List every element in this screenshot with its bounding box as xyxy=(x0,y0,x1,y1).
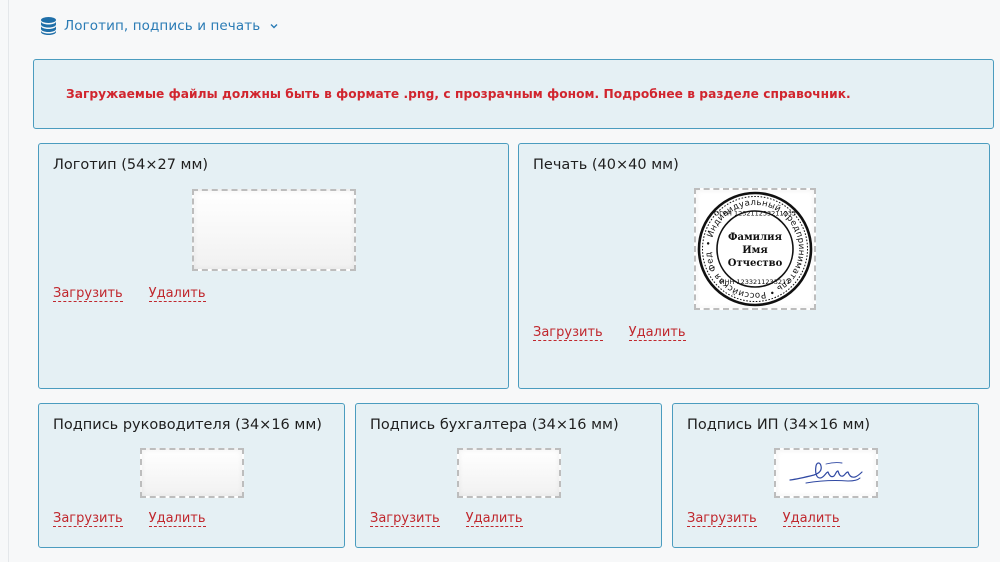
stamp-card: Печать (40×40 мм) • Индивидуальный предп… xyxy=(518,143,990,389)
ip-signature-title: Подпись ИП (34×16 мм) xyxy=(687,417,871,433)
stamp-upload-link[interactable]: Загрузить xyxy=(533,325,603,341)
ip-signature-actions: Загрузить Удалить xyxy=(687,511,840,527)
format-notice: Загружаемые файлы должны быть в формате … xyxy=(33,59,994,129)
accountant-signature-delete-link[interactable]: Удалить xyxy=(465,511,523,527)
head-signature-card: Подпись руководителя (34×16 мм) Загрузит… xyxy=(38,403,345,548)
stamp-surname: Фамилия xyxy=(728,232,783,243)
stamp-actions: Загрузить Удалить xyxy=(533,325,686,341)
accountant-signature-upload-slot[interactable] xyxy=(457,448,561,498)
head-signature-delete-link[interactable]: Удалить xyxy=(148,511,206,527)
head-signature-title: Подпись руководителя (34×16 мм) xyxy=(53,417,322,433)
logo-actions: Загрузить Удалить xyxy=(53,286,206,302)
head-signature-actions: Загрузить Удалить xyxy=(53,511,206,527)
logo-card: Логотип (54×27 мм) Загрузить Удалить xyxy=(38,143,509,389)
head-signature-upload-slot[interactable] xyxy=(140,448,244,498)
stamp-delete-link[interactable]: Удалить xyxy=(628,325,686,341)
stamp-image: • Индивидуальный предприниматель • Росси… xyxy=(696,190,813,307)
stamp-upload-slot[interactable]: • Индивидуальный предприниматель • Росси… xyxy=(694,188,816,310)
stamp-ogrn: ОГРН 123211233211233 xyxy=(714,210,796,218)
stamp-patronymic: Отчество xyxy=(728,258,783,269)
format-notice-text: Загружаемые файлы должны быть в формате … xyxy=(66,87,851,101)
ip-signature-delete-link[interactable]: Удалить xyxy=(782,511,840,527)
logo-upload-link[interactable]: Загрузить xyxy=(53,286,123,302)
ip-signature-upload-slot[interactable] xyxy=(774,448,878,498)
section-header-toggle[interactable]: Логотип, подпись и печать xyxy=(40,14,279,38)
signature-image xyxy=(789,462,863,484)
stamp-firstname: Имя xyxy=(742,245,768,256)
database-icon xyxy=(41,17,56,35)
logo-delete-link[interactable]: Удалить xyxy=(148,286,206,302)
page-left-rule xyxy=(8,0,9,562)
ip-signature-upload-link[interactable]: Загрузить xyxy=(687,511,757,527)
accountant-signature-card: Подпись бухгалтера (34×16 мм) Загрузить … xyxy=(355,403,662,548)
ip-signature-card: Подпись ИП (34×16 мм) Загрузить Удалить xyxy=(672,403,979,548)
chevron-down-icon xyxy=(270,24,278,29)
accountant-signature-actions: Загрузить Удалить xyxy=(370,511,523,527)
accountant-signature-title: Подпись бухгалтера (34×16 мм) xyxy=(370,417,619,433)
stamp-inn: ИНН 1233211233211 xyxy=(720,278,790,286)
head-signature-upload-link[interactable]: Загрузить xyxy=(53,511,123,527)
stamp-card-title: Печать (40×40 мм) xyxy=(533,157,679,173)
logo-upload-slot[interactable] xyxy=(192,189,356,271)
section-title: Логотип, подпись и печать xyxy=(64,18,261,34)
logo-card-title: Логотип (54×27 мм) xyxy=(53,157,209,173)
accountant-signature-upload-link[interactable]: Загрузить xyxy=(370,511,440,527)
